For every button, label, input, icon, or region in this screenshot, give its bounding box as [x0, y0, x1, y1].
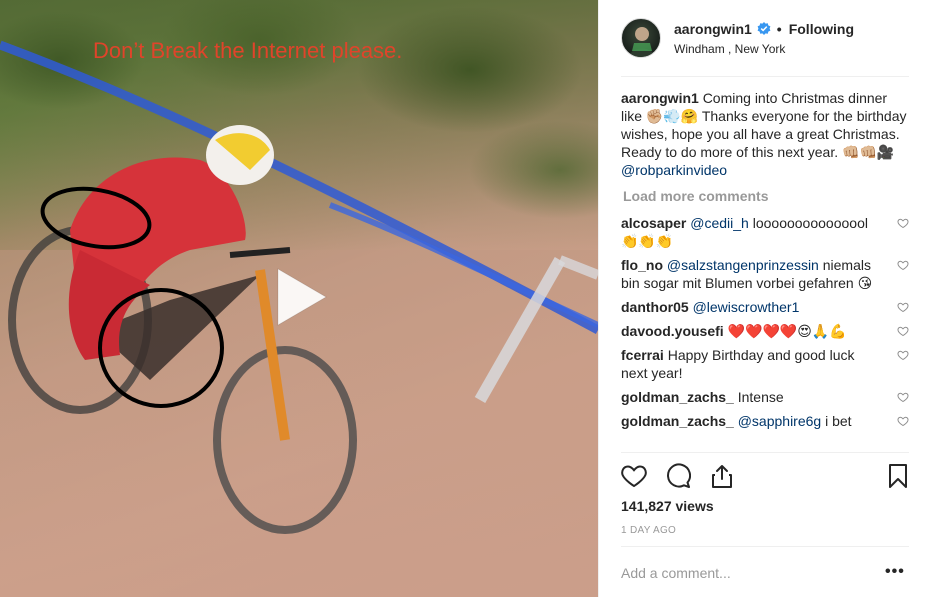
like-comment-heart-icon[interactable]: [897, 415, 909, 427]
avatar[interactable]: [621, 18, 661, 58]
play-icon[interactable]: [268, 265, 332, 329]
bookmark-icon[interactable]: [885, 463, 911, 489]
like-comment-heart-icon[interactable]: [897, 349, 909, 361]
like-comment-heart-icon[interactable]: [897, 217, 909, 229]
header-separator: •: [776, 21, 782, 37]
verified-badge-icon: [757, 22, 771, 35]
post-timestamp[interactable]: 1 DAY AGO: [621, 525, 676, 536]
comment-username[interactable]: goldman_zachs_: [621, 413, 734, 429]
comment-item: fcerrai Happy Birthday and good luck nex…: [621, 346, 911, 382]
comment-item: danthor05 @lewiscrowther1: [621, 298, 911, 316]
comment-bubble-icon[interactable]: [665, 463, 691, 489]
avatar-figure: [628, 27, 656, 57]
comment-box-divider: [621, 546, 909, 547]
comment-mention[interactable]: @lewiscrowther1: [693, 299, 800, 315]
comment-item: davood.yousefi ❤️❤️❤️❤️😍🙏💪: [621, 322, 911, 340]
comment-mention[interactable]: @salzstangenprinzessin: [667, 257, 819, 273]
like-comment-heart-icon[interactable]: [897, 301, 909, 313]
comment-mention[interactable]: @cedii_h: [690, 215, 749, 231]
like-comment-heart-icon[interactable]: [897, 325, 909, 337]
view-count[interactable]: 141,827 views: [621, 498, 714, 514]
like-heart-icon[interactable]: [621, 463, 647, 489]
share-icon[interactable]: [709, 463, 735, 489]
comment-item: goldman_zachs_ @sapphire6g i bet: [621, 412, 911, 430]
more-options-button[interactable]: •••: [885, 564, 905, 581]
comments-list[interactable]: aarongwin1 Coming into Christmas dinner …: [621, 89, 911, 449]
comment-username[interactable]: danthor05: [621, 299, 689, 315]
caption-mention[interactable]: @robparkinvideo: [621, 162, 727, 178]
load-more-comments-button[interactable]: Load more comments: [623, 187, 911, 205]
comment-text: Intense: [737, 389, 784, 405]
comment-username[interactable]: fcerrai: [621, 347, 664, 363]
header-divider: [621, 76, 909, 77]
post-actions-bar: [621, 463, 911, 491]
handlebar: [229, 247, 291, 258]
comment-text: i bet: [821, 413, 852, 429]
header-username-row: aarongwin1 • Following: [674, 21, 854, 37]
add-comment-input[interactable]: [621, 562, 871, 584]
like-comment-heart-icon[interactable]: [897, 259, 909, 271]
fence-post: [474, 257, 566, 403]
fence-rail: [558, 255, 598, 280]
caption: aarongwin1 Coming into Christmas dinner …: [621, 89, 911, 179]
comment-item: alcosaper @cedii_h looooooooooooool 👏👏👏: [621, 214, 911, 250]
comment-mention[interactable]: @sapphire6g: [738, 413, 822, 429]
post-details-panel: aarongwin1 • Following Windham , New Yor…: [598, 0, 930, 597]
location-link[interactable]: Windham , New York: [674, 42, 785, 56]
following-button[interactable]: Following: [789, 21, 854, 37]
comment-item: flo_no @salzstangenprinzessin niemals bi…: [621, 256, 911, 292]
caption-username[interactable]: aarongwin1: [621, 90, 699, 106]
video-player[interactable]: Don’t Break the Internet please.: [0, 0, 598, 597]
post-header: aarongwin1 • Following Windham , New Yor…: [599, 0, 930, 76]
comment-item: goldman_zachs_ Intense: [621, 388, 911, 406]
video-overlay-text: Don’t Break the Internet please.: [93, 38, 403, 63]
comment-username[interactable]: flo_no: [621, 257, 663, 273]
comment-username[interactable]: davood.yousefi: [621, 323, 724, 339]
header-username[interactable]: aarongwin1: [674, 21, 752, 37]
comment-text: ❤️❤️❤️❤️😍🙏💪: [727, 323, 847, 339]
comment-username[interactable]: goldman_zachs_: [621, 389, 734, 405]
actions-divider: [621, 452, 909, 453]
like-comment-heart-icon[interactable]: [897, 391, 909, 403]
comment-username[interactable]: alcosaper: [621, 215, 686, 231]
